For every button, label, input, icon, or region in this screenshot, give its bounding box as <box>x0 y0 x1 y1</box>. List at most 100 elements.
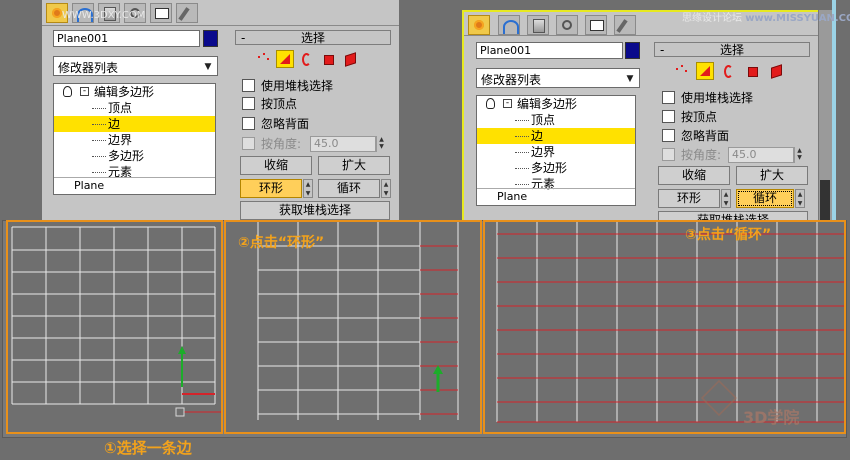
stack-item-edge[interactable]: 边 <box>477 128 635 144</box>
step2-caption: ②点击“环形” <box>238 235 325 251</box>
watermark-text: 思缘设计论坛 <box>682 13 742 24</box>
stack-item-edge[interactable]: 边 <box>54 116 215 132</box>
modifier-list-label: 修改器列表 <box>481 73 542 87</box>
lightbulb-icon[interactable] <box>486 98 495 109</box>
grid-mesh-3 <box>496 222 844 423</box>
step3-caption: ③点击“循环” <box>685 227 772 243</box>
stack-item-label: 边 <box>108 117 121 131</box>
modifier-list-dropdown[interactable]: 修改器列表 ▼ <box>476 68 640 88</box>
get-stack-selection-button[interactable]: 获取堆栈选择 <box>240 201 390 220</box>
stack-item-polygon[interactable]: 多边形 <box>54 148 215 164</box>
grid-mesh-2 <box>257 222 459 420</box>
stack-item-label: 多边形 <box>531 161 568 175</box>
motion-tab-icon[interactable] <box>556 15 578 35</box>
stack-item-border[interactable]: 边界 <box>54 132 215 148</box>
stack-item-vertex[interactable]: 顶点 <box>477 112 635 128</box>
gizmo-center[interactable] <box>175 407 185 417</box>
command-panel-left: WWW.3DXY.COM Plane001 修改器列表 ▼ - 编辑多边形 顶点… <box>42 0 399 222</box>
shrink-button[interactable]: 收缩 <box>658 166 730 185</box>
by-angle-checkbox[interactable] <box>242 137 255 150</box>
ring-spinner-icon[interactable]: ▲ ▼ <box>721 189 731 208</box>
selection-rollout-header[interactable]: - 选择 <box>235 30 391 45</box>
by-angle-checkbox[interactable] <box>662 148 675 161</box>
stack-root-label: 编辑多边形 <box>517 97 578 111</box>
viewport-1[interactable] <box>6 220 223 434</box>
watermark-3dxy: WWW.3DXY.COM <box>62 10 146 21</box>
use-stack-label: 使用堆栈选择 <box>261 79 334 93</box>
object-color-swatch[interactable] <box>625 42 640 59</box>
edge-mode-icon[interactable] <box>696 62 714 80</box>
loop-button[interactable]: 循环 <box>736 189 794 208</box>
element-mode-icon[interactable] <box>768 63 786 81</box>
rollout-title: 选择 <box>719 43 744 57</box>
hierarchy-tab-icon[interactable] <box>527 15 549 35</box>
display-tab-icon[interactable] <box>150 3 172 23</box>
modifier-list-dropdown[interactable]: 修改器列表 ▼ <box>53 56 218 76</box>
spinner-arrows-icon[interactable]: ▲ ▼ <box>376 136 386 152</box>
collapse-icon[interactable]: - <box>503 99 512 108</box>
stack-item-vertex[interactable]: 顶点 <box>54 100 215 116</box>
loop-selected-edges <box>497 233 844 423</box>
modify-tab-icon[interactable] <box>498 15 520 35</box>
angle-spinner[interactable]: 45.0 <box>310 136 376 152</box>
ignore-backfacing-checkbox[interactable] <box>242 117 255 130</box>
polygon-mode-icon[interactable] <box>320 51 338 69</box>
by-angle-label: 按角度: <box>261 137 302 151</box>
modifier-stack: - 编辑多边形 顶点 边 边界 多边形 元素 Plane <box>476 95 636 206</box>
by-vertex-checkbox[interactable] <box>242 97 255 110</box>
stack-item-label: 边 <box>531 129 544 143</box>
grow-button[interactable]: 扩大 <box>318 156 390 175</box>
grow-button[interactable]: 扩大 <box>736 166 808 185</box>
border-mode-icon[interactable] <box>298 51 316 69</box>
stack-base-plane[interactable]: Plane <box>477 188 635 205</box>
lightbulb-icon[interactable] <box>63 86 72 97</box>
stack-base-plane[interactable]: Plane <box>54 177 215 194</box>
use-stack-checkbox[interactable] <box>242 79 255 92</box>
utilities-tab-icon[interactable] <box>176 3 198 23</box>
watermark-3d-academy: 3D学院 <box>743 408 800 427</box>
by-vertex-label: 按顶点 <box>261 97 298 111</box>
element-mode-icon[interactable] <box>342 51 360 69</box>
ring-button[interactable]: 环形 <box>240 179 302 198</box>
shrink-button[interactable]: 收缩 <box>240 156 312 175</box>
by-vertex-checkbox[interactable] <box>662 110 675 123</box>
ring-spinner-icon[interactable]: ▲ ▼ <box>303 179 313 198</box>
polygon-mode-icon[interactable] <box>744 63 762 81</box>
spinner-arrows-icon[interactable]: ▲ ▼ <box>794 147 804 163</box>
stack-item-label: 顶点 <box>531 113 556 127</box>
loop-button[interactable]: 循环 <box>318 179 380 198</box>
stack-item-label: 多边形 <box>108 149 145 163</box>
stack-item-polygon[interactable]: 多边形 <box>477 160 635 176</box>
by-vertex-label: 按顶点 <box>681 110 718 124</box>
stack-root-row[interactable]: - 编辑多边形 <box>477 96 635 112</box>
use-stack-label: 使用堆栈选择 <box>681 91 754 105</box>
grid-lines <box>11 226 216 405</box>
border-mode-icon[interactable] <box>720 63 738 81</box>
watermark-site: www.MISSYUAN.COM <box>745 13 850 24</box>
loop-spinner-icon[interactable]: ▲ ▼ <box>795 189 805 208</box>
loop-spinner-icon[interactable]: ▲ ▼ <box>381 179 391 198</box>
viewport-3[interactable]: ③点击“循环” 3D学院 <box>483 220 846 434</box>
ignore-backfacing-checkbox[interactable] <box>662 129 675 142</box>
viewport-2[interactable]: ②点击“环形” <box>224 220 482 434</box>
utilities-tab-icon[interactable] <box>614 15 636 35</box>
use-stack-checkbox[interactable] <box>662 91 675 104</box>
object-color-swatch[interactable] <box>203 30 218 47</box>
vertex-mode-icon[interactable] <box>254 51 272 69</box>
scrollbar-thumb[interactable] <box>820 180 830 220</box>
object-name-field[interactable]: Plane001 <box>53 30 200 47</box>
angle-spinner[interactable]: 45.0 <box>728 147 794 163</box>
display-tab-icon[interactable] <box>585 15 607 35</box>
stack-item-border[interactable]: 边界 <box>477 144 635 160</box>
collapse-icon[interactable]: - <box>80 87 89 96</box>
stack-root-row[interactable]: - 编辑多边形 <box>54 84 215 100</box>
object-name-field[interactable]: Plane001 <box>476 42 623 59</box>
rollout-title: 选择 <box>300 31 325 45</box>
selection-rollout-header[interactable]: - 选择 <box>654 42 810 57</box>
ring-button[interactable]: 环形 <box>658 189 720 208</box>
modifier-list-label: 修改器列表 <box>58 61 119 75</box>
vertex-mode-icon[interactable] <box>672 63 690 81</box>
stack-root-label: 编辑多边形 <box>94 85 155 99</box>
edge-mode-icon[interactable] <box>276 50 294 68</box>
create-tab-icon[interactable] <box>468 15 490 35</box>
